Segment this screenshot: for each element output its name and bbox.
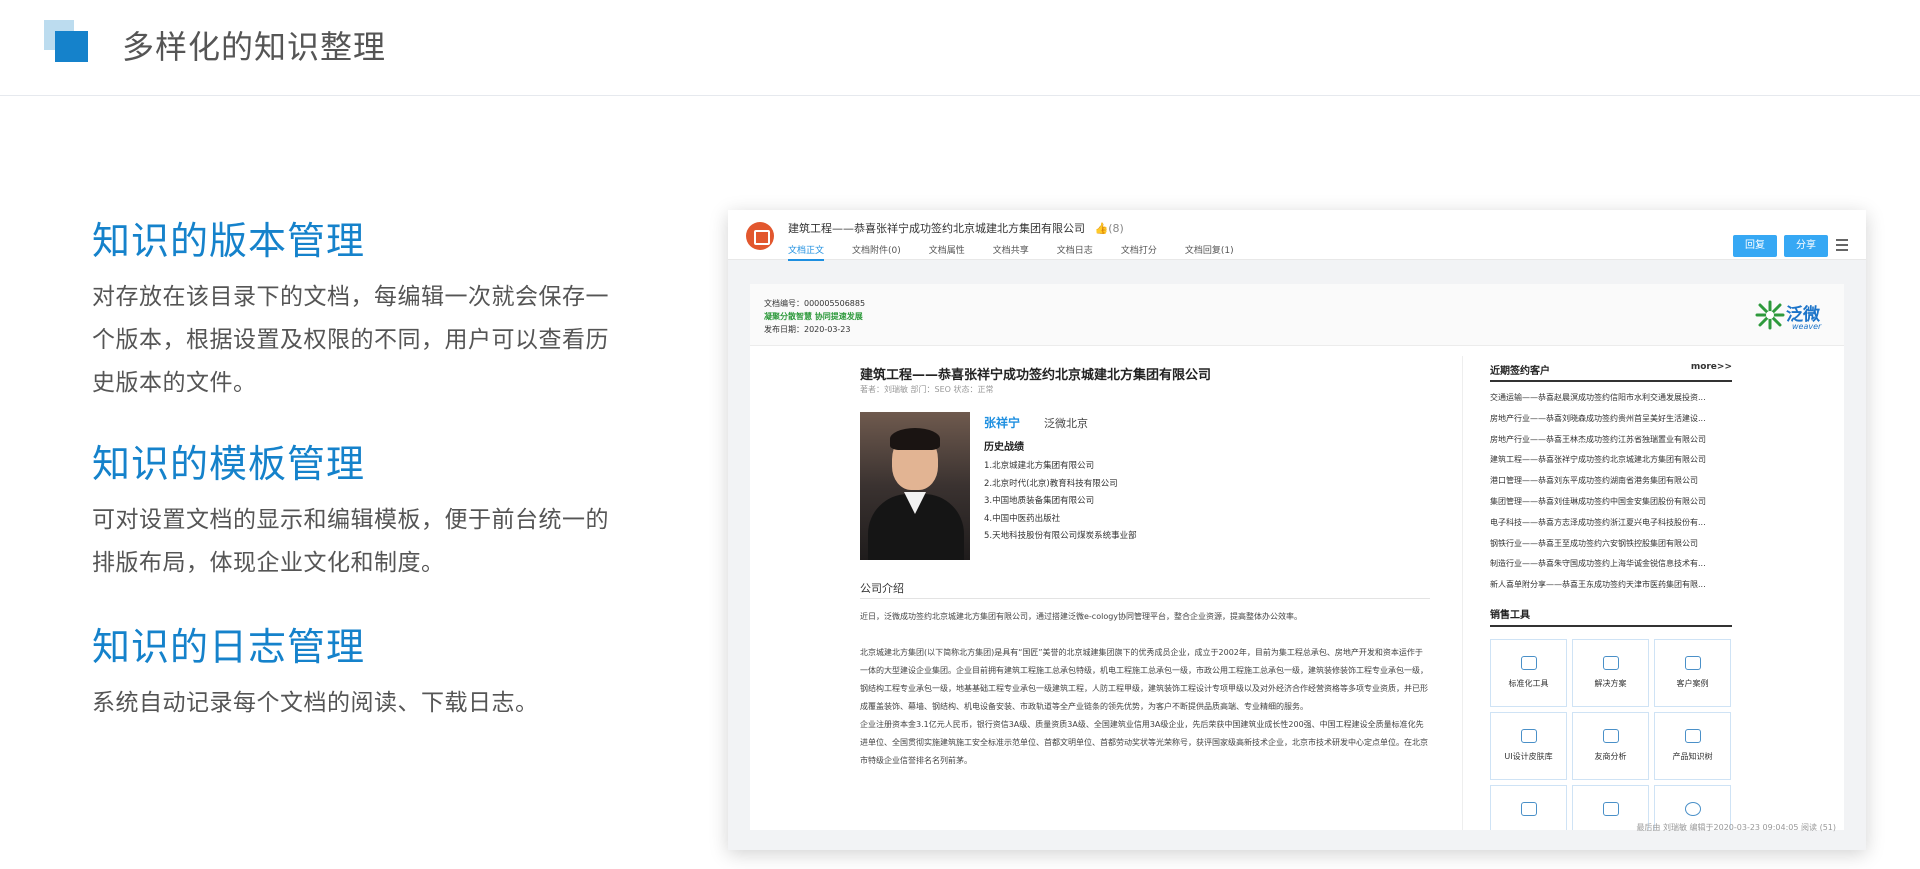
feature-version: 知识的版本管理 对存放在该目录下的文档，每编辑一次就会保存一个版本，根据设置及权…	[92, 216, 612, 405]
weaver-logo: 泛微 weaver	[1754, 298, 1834, 332]
client-link[interactable]: 钢铁行业——恭喜王至成功签约六安钢铁控股集团有限公司	[1490, 534, 1732, 555]
divider	[1462, 356, 1463, 830]
doc-title: 建筑工程——恭喜张祥宁成功签约北京城建北方集团有限公司 👍(8)	[788, 220, 1124, 236]
history-item: 1.北京城建北方集团有限公司	[984, 461, 1095, 471]
library-icon	[1684, 728, 1701, 743]
play-icon	[1684, 801, 1701, 816]
tab-rating[interactable]: 文档打分	[1121, 243, 1157, 261]
tool-label: 友商分析	[1594, 751, 1627, 761]
doc-title-text: 建筑工程——恭喜张祥宁成功签约北京城建北方集团有限公司	[788, 222, 1085, 235]
article-title: 建筑工程——恭喜张祥宁成功签约北京城建北方集团有限公司	[860, 368, 1212, 383]
tool-standard[interactable]: 标准化工具	[1490, 638, 1567, 707]
tab-content[interactable]: 文档正文	[788, 243, 825, 261]
more-link[interactable]: more>>	[1691, 362, 1732, 377]
like-count-value: (8)	[1108, 222, 1124, 235]
user-icon	[1684, 655, 1701, 670]
history-heading: 历史战绩	[984, 442, 1024, 453]
doc-body: 建筑工程——恭喜张祥宁成功签约北京城建北方集团有限公司 著者：刘瑞敏 部门：SE…	[750, 346, 1844, 830]
person-photo	[860, 412, 970, 560]
history-item: 5.天地科技股份有限公司煤炭系统事业部	[984, 531, 1137, 542]
tab-log[interactable]: 文档日志	[1057, 243, 1093, 261]
client-link[interactable]: 制造行业——恭喜朱守国成功签约上海华诚金锐信息技术有...	[1490, 554, 1732, 575]
profile-icon	[1520, 801, 1537, 816]
feature-heading: 知识的版本管理	[92, 219, 366, 263]
divider	[860, 598, 1430, 599]
history-item: 3.中国地质装备集团有限公司	[984, 496, 1095, 507]
document-screenshot: 建筑工程——恭喜张祥宁成功签约北京城建北方集团有限公司 👍(8) 文档正文 文档…	[728, 210, 1866, 850]
doc-number: 文档编号：000005506885	[764, 299, 866, 308]
client-link[interactable]: 交通运输——恭喜赵晨溟成功签约信阳市水利交通发展投资...	[1490, 388, 1732, 409]
clients-list: 交通运输——恭喜赵晨溟成功签约信阳市水利交通发展投资... 房地产行业——恭喜刘…	[1490, 388, 1732, 596]
feature-body: 系统自动记录每个文档的阅读、下载日志。	[92, 690, 539, 716]
tool-cases[interactable]: 客户案例	[1654, 638, 1731, 707]
feature-template: 知识的模板管理 可对设置文档的显示和编辑模板，便于前台统一的排版布局，体现企业文…	[92, 439, 612, 585]
article-paragraph: 企业注册资本金3.1亿元人民币，银行资信3A级、质量资质3A级、全国建筑业信用3…	[860, 720, 1428, 765]
client-link[interactable]: 电子科技——恭喜方志泽成功签约浙江夏兴电子科技股份有...	[1490, 513, 1732, 534]
sidebar: 近期签约客户 more>> 交通运输——恭喜赵晨溟成功签约信阳市水利交通发展投资…	[1490, 362, 1732, 830]
tool-label: 标准化工具	[1508, 678, 1549, 688]
doc-topbar: 建筑工程——恭喜张祥宁成功签约北京城建北方集团有限公司 👍(8) 文档正文 文档…	[728, 210, 1866, 261]
tab-properties[interactable]: 文档属性	[929, 243, 965, 261]
tool-competitor[interactable]: 友商分析	[1572, 711, 1649, 780]
book-icon	[1602, 728, 1619, 743]
feature-log: 知识的日志管理 系统自动记录每个文档的阅读、下载日志。	[92, 622, 612, 725]
feature-body: 对存放在该目录下的文档，每编辑一次就会保存一个版本，根据设置及权限的不同，用户可…	[92, 284, 609, 396]
menu-icon[interactable]	[1836, 239, 1848, 251]
client-link[interactable]: 房地产行业——恭喜王林杰成功签约江苏省独瑞置业有限公司	[1490, 430, 1732, 451]
like-count[interactable]: 👍(8)	[1095, 222, 1124, 235]
client-link[interactable]: 房地产行业——恭喜刘晓森成功签约贵州首呈美好生活建设...	[1490, 409, 1732, 430]
tool-label: 产品知识树	[1672, 751, 1713, 761]
share-button[interactable]: 分享	[1784, 235, 1828, 257]
article-paragraph: 北京城建北方集团(以下简称北方集团)是具有“国匠”美誉的北京城建集团旗下的优秀成…	[860, 648, 1428, 711]
article-paragraph: 近日，泛微成功签约北京城建北方集团有限公司，通过搭建泛微e-cology协同管理…	[860, 612, 1303, 621]
building-icon	[1602, 655, 1619, 670]
history-list: 1.北京城建北方集团有限公司 2.北京时代(北京)教育科技有限公司 3.中国地质…	[984, 458, 1137, 546]
client-link[interactable]: 集团管理——恭喜刘佳琳成功签约中国金安集团股份有限公司	[1490, 492, 1732, 513]
clients-header: 近期签约客户 more>>	[1490, 362, 1732, 382]
tool-knowledge-tree[interactable]: 产品知识树	[1654, 711, 1731, 780]
title-square-icon	[44, 20, 88, 62]
feature-body: 可对设置文档的显示和编辑模板，便于前台统一的排版布局，体现企业文化和制度。	[92, 507, 609, 576]
publish-date: 发布日期：2020-03-23	[764, 325, 851, 334]
layout-icon	[1520, 728, 1537, 743]
person-company: 泛微北京	[1044, 417, 1088, 430]
history-item: 4.中国中医药出版社	[984, 513, 1061, 524]
doc-tabs: 文档正文 文档附件(0) 文档属性 文档共享 文档日志 文档打分 文档回复(1)	[788, 243, 1262, 261]
person-name[interactable]: 张祥宁	[984, 414, 1020, 431]
article-meta: 著者：刘瑞敏 部门：SEO 状态：正常	[860, 385, 994, 394]
tool-label: 客户案例	[1676, 678, 1709, 688]
client-link[interactable]: 新人喜单附分享——恭喜王东成功签约天津市医药集团有限...	[1490, 575, 1732, 596]
tools-grid: 标准化工具 解决方案 客户案例 UI设计皮肤库 友商分析 产品知识树	[1490, 638, 1732, 830]
reply-button[interactable]: 回复	[1733, 235, 1777, 257]
client-link[interactable]: 港口管理——恭喜刘东平成功签约湖南省港务集团有限公司	[1490, 471, 1732, 492]
tool-ui-skins[interactable]: UI设计皮肤库	[1490, 711, 1567, 780]
doc-slogan: 凝聚分散智慧 协同提速发展	[764, 312, 863, 321]
tab-replies[interactable]: 文档回复(1)	[1185, 243, 1234, 261]
doc-footer: 最后由 刘瑞敏 编辑于2020-03-23 09:04:05 阅读 (51)	[1636, 823, 1836, 832]
tool-solutions[interactable]: 解决方案	[1572, 638, 1649, 707]
tab-sharing[interactable]: 文档共享	[993, 243, 1029, 261]
doc-meta: 文档编号：000005506885 凝聚分散智慧 协同提速发展 发布日期：202…	[750, 284, 1844, 346]
intro-heading: 公司介绍	[860, 582, 904, 595]
gear-icon	[1520, 655, 1537, 670]
tool-label: 解决方案	[1594, 678, 1627, 688]
tab-attachments[interactable]: 文档附件(0)	[852, 243, 901, 261]
clients-heading: 近期签约客户	[1490, 366, 1550, 377]
document-book-icon	[746, 222, 774, 250]
brand-en: weaver	[1792, 322, 1822, 331]
document-icon	[1602, 801, 1619, 816]
tools-heading: 销售工具	[1490, 606, 1732, 627]
weaver-burst-icon	[1755, 300, 1785, 330]
feature-heading: 知识的日志管理	[92, 625, 366, 669]
feature-heading: 知识的模板管理	[92, 442, 366, 486]
tool-label: UI设计皮肤库	[1504, 751, 1553, 761]
slide-title: 多样化的知识整理	[122, 28, 387, 66]
client-link[interactable]: 建筑工程——恭喜张祥宁成功签约北京城建北方集团有限公司	[1490, 450, 1732, 471]
history-item: 2.北京时代(北京)教育科技有限公司	[984, 478, 1118, 489]
slide-header: 多样化的知识整理	[0, 0, 1920, 96]
